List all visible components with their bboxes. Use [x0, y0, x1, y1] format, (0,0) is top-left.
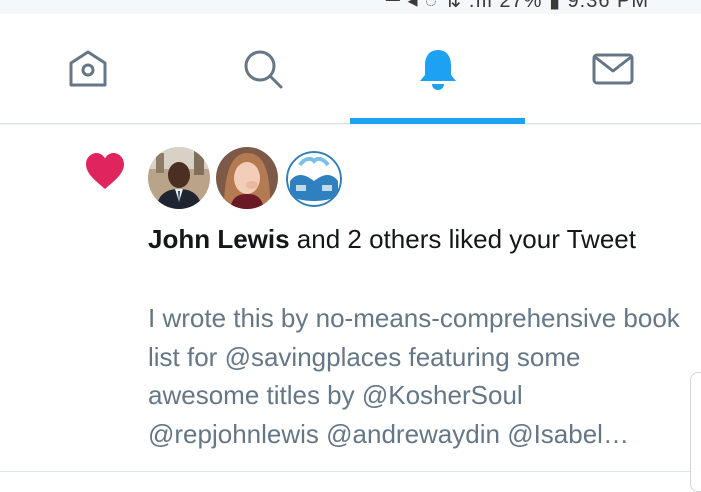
- action-text: and 2 others liked your Tweet: [289, 224, 636, 254]
- heart-icon: [86, 153, 124, 189]
- bell-icon: [419, 50, 456, 90]
- avatar-organization-logo[interactable]: [286, 151, 342, 207]
- avatar-woman[interactable]: [216, 147, 278, 209]
- search-icon: [244, 50, 282, 89]
- status-text: ▀ ◂ ◌ ⇅ .ıll 27% ▮ 9:36 PM: [385, 0, 649, 12]
- avatar-john-lewis[interactable]: [148, 147, 210, 209]
- home-icon: [69, 50, 106, 87]
- tab-home[interactable]: [0, 14, 175, 124]
- tab-notifications[interactable]: [350, 14, 525, 124]
- scroll-handle[interactable]: [690, 372, 701, 492]
- actor-name[interactable]: John Lewis: [148, 224, 290, 254]
- active-tab-indicator: [350, 118, 525, 124]
- mail-icon: [592, 53, 633, 85]
- status-bar: ▀ ◂ ◌ ⇅ .ıll 27% ▮ 9:36 PM: [0, 0, 701, 14]
- tab-bar: [0, 14, 701, 124]
- notification-headline: John Lewis and 2 others liked your Tweet: [148, 221, 668, 258]
- notification-item[interactable]: John Lewis and 2 others liked your Tweet…: [0, 125, 701, 472]
- tweet-text[interactable]: I wrote this by no-means-comprehensive b…: [148, 299, 688, 453]
- tab-search[interactable]: [175, 14, 350, 124]
- tab-messages[interactable]: [525, 14, 700, 124]
